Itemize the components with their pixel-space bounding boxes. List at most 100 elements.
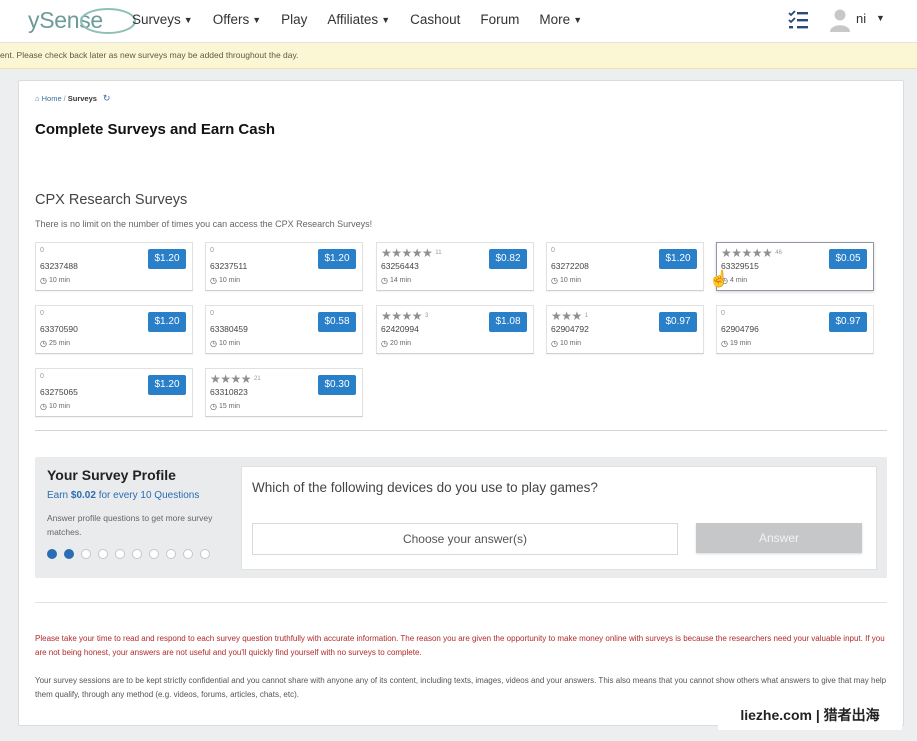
breadcrumb-home[interactable]: ⌂ Home bbox=[35, 94, 62, 103]
survey-price-button[interactable]: $1.20 bbox=[148, 249, 186, 269]
survey-price-button[interactable]: $1.08 bbox=[489, 312, 527, 332]
survey-price-button[interactable]: $0.30 bbox=[318, 375, 356, 395]
survey-id: 63237511 bbox=[210, 261, 248, 271]
survey-id: 63380459 bbox=[210, 324, 248, 334]
user-name[interactable]: ni bbox=[856, 11, 866, 26]
rating-value: 0 bbox=[40, 247, 44, 254]
breadcrumb: ⌂ Home / Surveys ↻ bbox=[35, 93, 110, 104]
page-title: Complete Surveys and Earn Cash bbox=[35, 121, 276, 138]
survey-tile[interactable]: ★★★ 1 62904792 ◷ 10 min $0.97 bbox=[546, 305, 704, 354]
logo-swoosh-icon bbox=[80, 8, 136, 34]
survey-rating: 0 bbox=[40, 310, 44, 317]
star-rating-icon: ★★★★★ bbox=[721, 246, 773, 260]
survey-tile[interactable]: 0 62904796 ◷ 19 min $0.97 bbox=[716, 305, 874, 354]
survey-tile[interactable]: 0 63272208 ◷ 10 min $1.20 bbox=[546, 242, 704, 291]
survey-id: 63310823 bbox=[210, 387, 248, 397]
review-count: 3 bbox=[425, 313, 429, 319]
survey-duration: ◷ 10 min bbox=[40, 402, 70, 411]
rating-value: 0 bbox=[210, 310, 214, 317]
hand-cursor-icon: ☝ bbox=[709, 271, 729, 288]
clock-icon: ◷ bbox=[551, 339, 558, 348]
survey-price-button[interactable]: $1.20 bbox=[659, 249, 697, 269]
survey-tile[interactable]: ★★★★★ 46 63329515 ◷ 4 min $0.05 bbox=[716, 242, 874, 291]
notice-banner: ent. Please check back later as new surv… bbox=[0, 43, 917, 69]
survey-tile[interactable]: 0 63380459 ◷ 10 min $0.58 bbox=[205, 305, 363, 354]
rating-value: 0 bbox=[551, 247, 555, 254]
survey-id: 63370590 bbox=[40, 324, 78, 334]
main-card: ⌂ Home / Surveys ↻ Complete Surveys and … bbox=[18, 80, 904, 726]
profile-title: Your Survey Profile bbox=[47, 467, 176, 483]
divider bbox=[35, 430, 887, 431]
clock-icon: ◷ bbox=[381, 339, 388, 348]
survey-tile[interactable]: 0 63237511 ◷ 10 min $1.20 bbox=[205, 242, 363, 291]
checklist-icon[interactable] bbox=[787, 9, 809, 31]
clock-icon: ◷ bbox=[551, 276, 558, 285]
dropdown-caret-icon: ▼ bbox=[252, 15, 262, 25]
progress-dot bbox=[166, 549, 176, 559]
star-rating-icon: ★★★★ bbox=[381, 309, 423, 323]
progress-dot bbox=[183, 549, 193, 559]
survey-profile-panel: Your Survey Profile Earn $0.02 for every… bbox=[35, 457, 887, 578]
survey-price-button[interactable]: $1.20 bbox=[148, 375, 186, 395]
user-menu-caret-icon[interactable]: ▼ bbox=[876, 13, 885, 23]
survey-duration: ◷ 10 min bbox=[210, 276, 240, 285]
question-text: Which of the following devices do you us… bbox=[252, 480, 598, 495]
survey-rating: 0 bbox=[721, 310, 725, 317]
nav-item-surveys[interactable]: Surveys ▼ bbox=[132, 12, 193, 27]
user-avatar-icon[interactable] bbox=[829, 8, 851, 32]
answer-select[interactable]: Choose your answer(s) bbox=[252, 523, 678, 555]
question-box: Which of the following devices do you us… bbox=[241, 466, 877, 570]
clock-icon: ◷ bbox=[210, 339, 217, 348]
survey-price-button[interactable]: $1.20 bbox=[148, 312, 186, 332]
top-navbar: ySense Surveys ▼ Offers ▼ Play Affiliates ▼ Cas… bbox=[0, 0, 917, 43]
survey-tile[interactable]: ★★★★ 3 62420994 ◷ 20 min $1.08 bbox=[376, 305, 534, 354]
survey-tile[interactable]: ★★★★★ 11 63256443 ◷ 14 min $0.82 bbox=[376, 242, 534, 291]
nav-item-more[interactable]: More ▼ bbox=[539, 12, 582, 27]
survey-id: 63272208 bbox=[551, 261, 589, 271]
survey-id: 62904792 bbox=[551, 324, 589, 334]
star-rating-icon: ★★★★ bbox=[210, 372, 252, 386]
nav-item-play[interactable]: Play bbox=[281, 12, 307, 27]
progress-dots bbox=[47, 549, 217, 559]
dropdown-caret-icon: ▼ bbox=[381, 15, 391, 25]
ysense-logo[interactable]: ySense bbox=[28, 4, 136, 36]
rating-value: 0 bbox=[721, 310, 725, 317]
progress-dot bbox=[47, 549, 57, 559]
progress-dot bbox=[98, 549, 108, 559]
home-icon: ⌂ bbox=[35, 94, 40, 103]
review-count: 21 bbox=[254, 376, 261, 382]
review-count: 46 bbox=[775, 250, 782, 256]
survey-tile[interactable]: ★★★★ 21 63310823 ◷ 15 min $0.30 bbox=[205, 368, 363, 417]
survey-price-button[interactable]: $0.58 bbox=[318, 312, 356, 332]
survey-tile[interactable]: 0 63237488 ◷ 10 min $1.20 bbox=[35, 242, 193, 291]
section-title: CPX Research Surveys bbox=[35, 192, 188, 208]
answer-button[interactable]: Answer bbox=[696, 523, 862, 553]
survey-rating: ★★★★★ 46 bbox=[721, 247, 782, 259]
progress-dot bbox=[115, 549, 125, 559]
survey-rating: 0 bbox=[40, 373, 44, 380]
survey-price-button[interactable]: $0.97 bbox=[829, 312, 867, 332]
watermark: liezhe.com | 猎者出海 bbox=[718, 700, 902, 730]
nav-item-offers[interactable]: Offers ▼ bbox=[213, 12, 261, 27]
survey-tile[interactable]: 0 63370590 ◷ 25 min $1.20 bbox=[35, 305, 193, 354]
nav-item-affiliates[interactable]: Affiliates ▼ bbox=[327, 12, 390, 27]
survey-price-button[interactable]: $0.82 bbox=[489, 249, 527, 269]
survey-duration: ◷ 20 min bbox=[381, 339, 411, 348]
breadcrumb-current: Surveys bbox=[67, 94, 97, 103]
nav-item-forum[interactable]: Forum bbox=[480, 12, 519, 27]
honesty-warning: Please take your time to read and respon… bbox=[35, 634, 885, 657]
survey-duration: ◷ 10 min bbox=[551, 339, 581, 348]
survey-duration: ◷ 10 min bbox=[40, 276, 70, 285]
clock-icon: ◷ bbox=[210, 276, 217, 285]
survey-id: 63275065 bbox=[40, 387, 78, 397]
survey-price-button[interactable]: $0.05 bbox=[829, 249, 867, 269]
survey-duration: ◷ 25 min bbox=[40, 339, 70, 348]
survey-price-button[interactable]: $1.20 bbox=[318, 249, 356, 269]
survey-rating: 0 bbox=[210, 310, 214, 317]
nav-item-cashout[interactable]: Cashout bbox=[410, 12, 460, 27]
survey-price-button[interactable]: $0.97 bbox=[659, 312, 697, 332]
review-count: 11 bbox=[435, 250, 442, 256]
survey-tile[interactable]: 0 63275065 ◷ 10 min $1.20 bbox=[35, 368, 193, 417]
refresh-icon[interactable]: ↻ bbox=[103, 93, 111, 104]
star-rating-icon: ★★★ bbox=[551, 309, 582, 323]
